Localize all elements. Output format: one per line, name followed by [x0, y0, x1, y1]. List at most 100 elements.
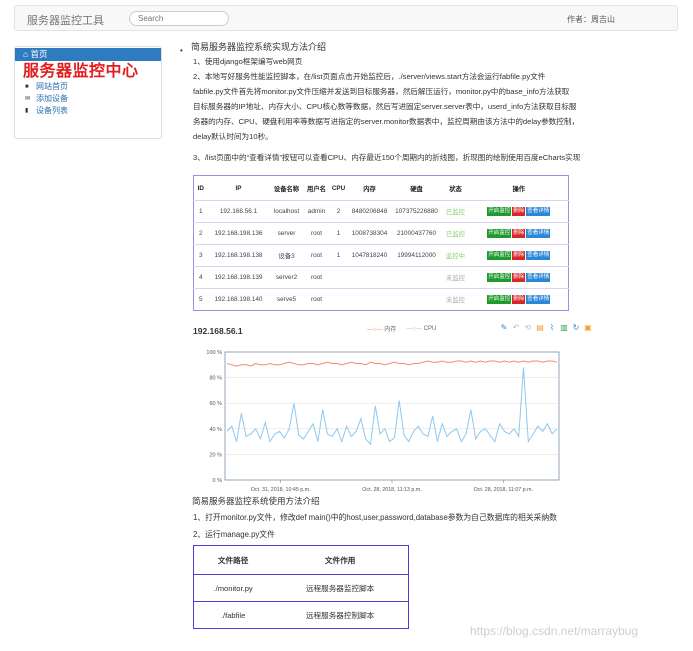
intro-line: delay默认时间为10秒。	[193, 132, 273, 141]
cell-name: server2	[269, 266, 304, 289]
legend-item-cpu[interactable]: —○— CPU	[406, 326, 436, 332]
cpu-memory-line-chart: 0 % 20 % 40 % 60 % 80 % 100 % Oct. 31, 2018, 1…	[206, 350, 560, 493]
view-detail-button[interactable]: 查看详情	[526, 273, 551, 282]
sidebar-item-home[interactable]: ⌂ 首页	[15, 48, 161, 61]
edit-icon[interactable]: ✎	[500, 323, 508, 333]
column-header: 内存	[363, 185, 376, 193]
cell-ip: 192.168.198.140	[207, 288, 270, 311]
x-tick-label: Oct. 28, 2018, 11:07 p.m.	[474, 487, 533, 493]
file-desc-cell: 远程服务器监控脚本	[272, 574, 409, 602]
x-tick-label: Oct. 28, 2018, 11:13 p.m.	[362, 487, 421, 493]
intro-line: 1、使用django框架编写web网页	[193, 57, 303, 66]
save-icon[interactable]: ▣	[584, 323, 592, 333]
start-monitor-button[interactable]: 开启监控	[487, 207, 512, 216]
cell-mem: 1047818240	[347, 244, 392, 267]
line-icon[interactable]: ⌇	[548, 323, 556, 333]
cell-mem: 8480206848	[347, 200, 392, 223]
files-table: 文件路径 文件作用 ./monitor.py 远程服务器监控脚本 ./fabfi…	[193, 545, 409, 629]
cell-name: server	[269, 222, 304, 245]
search-input[interactable]	[129, 11, 229, 26]
cell-disk: 21000437760	[391, 222, 442, 245]
table-header-row: ID IP 设备名称 用户名 CPU 内存 硬盘 状态 操作	[194, 176, 569, 201]
data-view-icon[interactable]: ▤	[536, 323, 544, 333]
chart-host-title: 192.168.56.1	[193, 326, 243, 336]
cell-id: 5	[193, 288, 208, 311]
start-monitor-button[interactable]: 开启监控	[487, 295, 512, 304]
series-line-memory	[226, 360, 558, 367]
view-detail-button[interactable]: 查看详情	[526, 207, 551, 216]
cell-ip: 192.168.198.139	[207, 266, 270, 289]
author-label: 作者：周吉山	[567, 15, 615, 24]
cell-actions: 开启监控 删除 查看详情	[469, 244, 569, 267]
column-header: ID	[197, 184, 204, 192]
view-detail-button[interactable]: 查看详情	[526, 251, 551, 260]
cell-name: serve5	[269, 288, 304, 311]
sidebar-item-label: 首页	[30, 49, 48, 59]
cell-ip: 192.168.56.1	[207, 200, 270, 223]
cell-cpu: 2	[329, 200, 348, 223]
delete-button[interactable]: 删除	[512, 251, 526, 260]
cell-cpu	[329, 288, 348, 311]
start-monitor-button[interactable]: 开启监控	[487, 273, 512, 282]
x-tick-label: Oct. 31, 2018, 10:45 p.m.	[251, 487, 311, 493]
sidebar-item-device-list[interactable]: ▮ 设备列表	[15, 105, 161, 117]
cell-user: root	[303, 288, 330, 311]
sidebar-item-site-home[interactable]: ■ 网站首页	[15, 81, 161, 93]
cell-actions: 开启监控 删除 查看详情	[469, 266, 569, 289]
start-monitor-button[interactable]: 开启监控	[487, 229, 512, 238]
brand-title[interactable]: 服务器监控工具	[27, 12, 104, 28]
cell-id: 1	[193, 200, 208, 223]
file-path-cell: ./monitor.py	[193, 574, 273, 602]
home-icon: ⌂	[23, 49, 29, 59]
usage-heading: 简易服务器监控系统使用方法介绍	[192, 496, 320, 506]
cell-status: 未监控	[441, 288, 470, 311]
legend-item-memory[interactable]: —○— 内存	[367, 324, 396, 333]
intro-heading: 简易服务器监控系统实现方法介绍	[191, 42, 327, 52]
cell-name: 设备3	[269, 244, 304, 267]
sidebar-item-label: 网站首页	[36, 82, 68, 91]
bar-icon[interactable]: ▥	[560, 323, 568, 333]
restore-icon[interactable]: ↻	[572, 323, 580, 333]
cell-name: localhost	[269, 200, 304, 223]
top-navbar: 服务器监控工具 作者：周吉山	[14, 5, 678, 31]
column-header: 硬盘	[410, 185, 423, 193]
usage-line: 1、打开monitor.py文件，修改def main()中的host,user…	[193, 513, 557, 522]
column-header: 状态	[449, 185, 462, 193]
y-tick-label: 20 %	[209, 452, 222, 458]
cell-user: root	[303, 266, 330, 289]
cell-mem: 1008738304	[347, 222, 392, 245]
sidebar-item-add-device[interactable]: ✉ 添加设备	[15, 93, 161, 105]
file-icon: ▮	[25, 107, 29, 114]
view-detail-button[interactable]: 查看详情	[526, 295, 551, 304]
envelope-icon: ✉	[25, 95, 31, 102]
cell-disk	[391, 266, 442, 289]
column-header: 设备名称	[273, 185, 300, 193]
table-row: 3 192.168.198.138 设备3 root 1 1047818240 199941…	[193, 244, 569, 267]
delete-button[interactable]: 删除	[512, 207, 526, 216]
cell-mem	[347, 288, 392, 311]
refresh-icon[interactable]: ⟲	[524, 323, 532, 333]
cell-cpu: 1	[329, 244, 348, 267]
y-tick-label: 100 %	[206, 350, 222, 356]
chart-toolbox: ✎ ↶ ⟲ ▤ ⌇ ▥ ↻ ▣	[500, 323, 592, 333]
sidebar-item-label: 设备列表	[36, 106, 68, 115]
delete-button[interactable]: 删除	[512, 295, 526, 304]
globe-icon: ■	[25, 83, 29, 90]
cell-user: root	[303, 244, 330, 267]
intro-line: 目标服务器的IP地址、内存大小、CPU核心数等数据，然后写进固定server.s…	[193, 102, 577, 111]
undo-icon[interactable]: ↶	[512, 323, 520, 333]
file-path-cell: ./fabfile	[193, 601, 273, 629]
cell-user: admin	[303, 200, 330, 223]
cell-disk	[391, 288, 442, 311]
column-header: CPU	[331, 184, 346, 192]
usage-line: 2、运行manage.py文件	[193, 530, 275, 539]
view-detail-button[interactable]: 查看详情	[526, 229, 551, 238]
cell-status: 已监控	[441, 222, 470, 245]
chart-legend[interactable]: —○— 内存 —○— CPU	[367, 324, 436, 334]
delete-button[interactable]: 删除	[512, 273, 526, 282]
start-monitor-button[interactable]: 开启监控	[487, 251, 512, 260]
cell-mem	[347, 266, 392, 289]
column-header: 文件作用	[324, 555, 356, 565]
delete-button[interactable]: 删除	[512, 229, 526, 238]
table-row: 2 192.168.198.136 server root 1 1008738304 210…	[193, 222, 569, 245]
